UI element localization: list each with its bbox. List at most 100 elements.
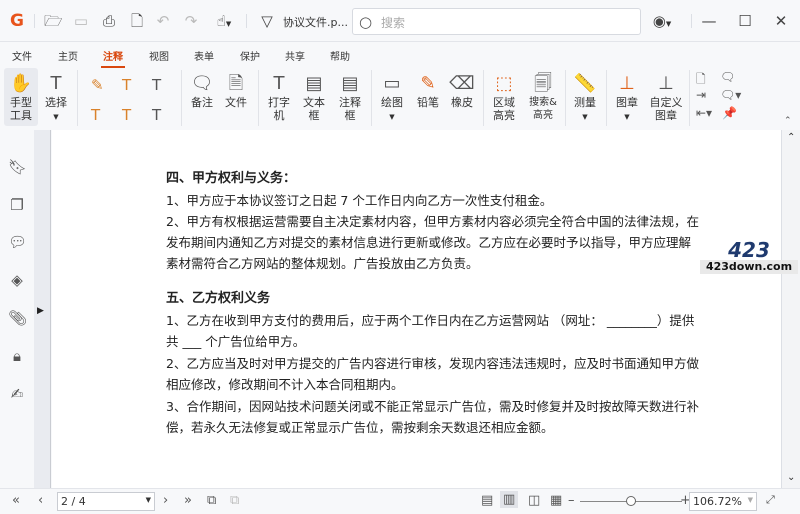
eraser-button[interactable]: ⌫ 橡皮: [448, 72, 476, 109]
pencil-label: 铅笔: [417, 96, 439, 109]
scroll-down-icon[interactable]: ⌄: [787, 472, 795, 483]
import-comments-icon[interactable]: ⇥: [696, 88, 706, 102]
hand-label: 手型工具: [10, 96, 32, 122]
search-highlight-button[interactable]: 🗐 搜索&高亮: [526, 72, 560, 122]
export-comments-icon[interactable]: ⇤▾: [696, 106, 712, 120]
create-document-icon[interactable]: 🗋: [128, 12, 146, 30]
note-icon: 🗨: [190, 73, 214, 94]
collapse-ribbon-icon[interactable]: ⌃: [784, 116, 792, 126]
layers-icon[interactable]: ◈: [8, 271, 26, 289]
typewriter-button[interactable]: T 打字机: [266, 72, 292, 122]
side-panel-collapsed[interactable]: ▶: [34, 130, 51, 488]
attachment-icon[interactable]: 📎︎: [8, 309, 27, 327]
signature-icon[interactable]: ✍: [8, 385, 26, 403]
draw-label: 绘图: [381, 96, 403, 109]
rectangle-icon: ▭: [383, 73, 401, 94]
search-input[interactable]: ○ 搜索: [352, 8, 641, 35]
stamp-button[interactable]: ⊥ 图章 ▼: [612, 72, 642, 124]
extract-page-icon[interactable]: ⧉: [230, 493, 239, 508]
next-page-icon[interactable]: ›: [163, 493, 168, 508]
single-page-icon[interactable]: ▤: [481, 493, 493, 508]
undo-icon[interactable]: ↶: [154, 12, 172, 30]
save-icon[interactable]: ▭: [72, 12, 90, 30]
bookmark-icon[interactable]: 🔖︎: [8, 158, 27, 176]
eraser-label: 橡皮: [451, 96, 473, 109]
pin-icon[interactable]: 📌: [722, 106, 737, 120]
callout-button[interactable]: ▤ 注释框: [336, 72, 364, 122]
print-icon[interactable]: ⎙: [100, 12, 118, 30]
expand-panel-icon[interactable]: ▶: [37, 306, 44, 316]
rotate-page-icon[interactable]: ⧉: [207, 493, 216, 508]
zoom-slider-handle[interactable]: [626, 496, 636, 506]
pencil-button[interactable]: ✎ 铅笔: [414, 72, 442, 109]
select-button[interactable]: T 选择 ▼: [42, 72, 70, 124]
tab-comment[interactable]: 注释: [101, 48, 125, 68]
vertical-scrollbar[interactable]: ⌃ ⌄: [781, 130, 800, 488]
hand-tool-button[interactable]: ✋ 手型工具: [4, 68, 38, 126]
insert-text-icon[interactable]: T: [152, 106, 161, 124]
comments-icon[interactable]: 💬︎: [8, 233, 27, 251]
text-line: 偿，若永久无法修复或正常显示广告位，需按剩余天数退还相应金额。: [166, 420, 554, 435]
search-placeholder: 搜索: [381, 16, 406, 30]
strikeout-icon[interactable]: T: [91, 106, 100, 124]
area-highlight-button[interactable]: ⬚ 区域高亮: [490, 72, 518, 122]
section-heading: 四、甲方权利与义务：: [166, 171, 297, 186]
account-icon[interactable]: ◉▼: [648, 12, 676, 30]
tab-view[interactable]: 视图: [149, 48, 169, 63]
tab-protect[interactable]: 保护: [240, 48, 260, 63]
two-page-icon[interactable]: ◫: [528, 493, 540, 508]
redo-icon[interactable]: ↷: [182, 12, 200, 30]
measure-button[interactable]: 📏 测量 ▼: [570, 72, 600, 124]
draw-button[interactable]: ▭ 绘图 ▼: [378, 72, 406, 124]
comment-settings-icon[interactable]: 🗨▾: [720, 88, 741, 102]
search-icon: ○: [359, 13, 373, 31]
textbox-button[interactable]: ▤ 文本框: [300, 72, 328, 122]
first-page-icon[interactable]: «: [12, 493, 20, 508]
ruler-icon: 📏: [573, 73, 597, 94]
continuous-page-icon[interactable]: ▥: [500, 491, 519, 508]
callout-label: 注释框: [339, 96, 361, 122]
close-button[interactable]: ✕: [772, 12, 790, 30]
note-button[interactable]: 🗨 备注: [188, 72, 216, 109]
pages-icon[interactable]: ❐: [8, 196, 26, 214]
last-page-icon[interactable]: »: [184, 493, 192, 508]
replace-text-icon[interactable]: T: [122, 106, 131, 124]
security-lock-icon[interactable]: 🔒︎: [8, 347, 26, 365]
tab-form[interactable]: 表单: [194, 48, 214, 63]
maximize-button[interactable]: ☐: [736, 12, 754, 30]
open-folder-icon[interactable]: 🗁: [44, 12, 63, 30]
stamp-icon: ⊥: [619, 73, 635, 94]
chevron-down-icon[interactable]: ▽: [258, 12, 276, 30]
scroll-up-icon[interactable]: ⌃: [787, 132, 795, 143]
zoom-level: 106.72%: [693, 495, 742, 508]
tab-help[interactable]: 帮助: [330, 48, 350, 63]
pencil-icon: ✎: [420, 73, 436, 94]
zoom-level-input[interactable]: 106.72% ▼: [689, 492, 757, 511]
file-tab-title[interactable]: 协议文件.p...: [283, 14, 348, 30]
text-line: 素材需符合乙方网站的整体规划。广告投放由乙方负责。: [166, 256, 479, 271]
zoom-out-button[interactable]: –: [568, 493, 575, 508]
stamp-label: 图章: [616, 96, 638, 109]
tab-file[interactable]: 文件: [12, 48, 32, 63]
text-line: 2、甲方有权根据运营需要自主决定素材内容，但甲方素材内容必须完全符合中国的法律法…: [166, 214, 699, 229]
tab-share[interactable]: 共享: [285, 48, 305, 63]
custom-stamp-button[interactable]: ⊥ 自定义图章: [648, 72, 684, 122]
highlight-icon[interactable]: ✎: [91, 76, 104, 94]
minimize-button[interactable]: —: [700, 12, 718, 30]
previous-page-icon[interactable]: ‹: [38, 493, 43, 508]
search-highlight-label: 搜索&高亮: [529, 97, 557, 121]
page-number: 2 / 4: [61, 495, 86, 508]
squiggly-icon[interactable]: T: [152, 76, 161, 94]
search-document-icon: 🗐: [534, 73, 552, 94]
two-page-continuous-icon[interactable]: ▦: [550, 493, 562, 508]
tab-home[interactable]: 主页: [58, 48, 78, 63]
textbox-label: 文本框: [303, 96, 325, 122]
page-number-input[interactable]: 2 / 4 ▼: [57, 492, 155, 511]
text-line: 2、乙方应当及时对甲方提交的广告内容进行审核，发现内容违法违规时，应及时书面通知…: [166, 356, 699, 371]
fullscreen-icon[interactable]: ⤢: [766, 493, 775, 507]
comment-list-icon[interactable]: 🗨: [720, 70, 735, 84]
underline-icon[interactable]: T: [122, 76, 131, 94]
hand-mode-dropdown[interactable]: ☝▼: [210, 12, 238, 30]
file-attach-button[interactable]: 🗎 文件: [222, 72, 250, 109]
status-bar: « ‹ 2 / 4 ▼ › » ⧉ ⧉ ▤ ▥ ◫ ▦ – + 106.72% ▼ …: [0, 488, 800, 514]
